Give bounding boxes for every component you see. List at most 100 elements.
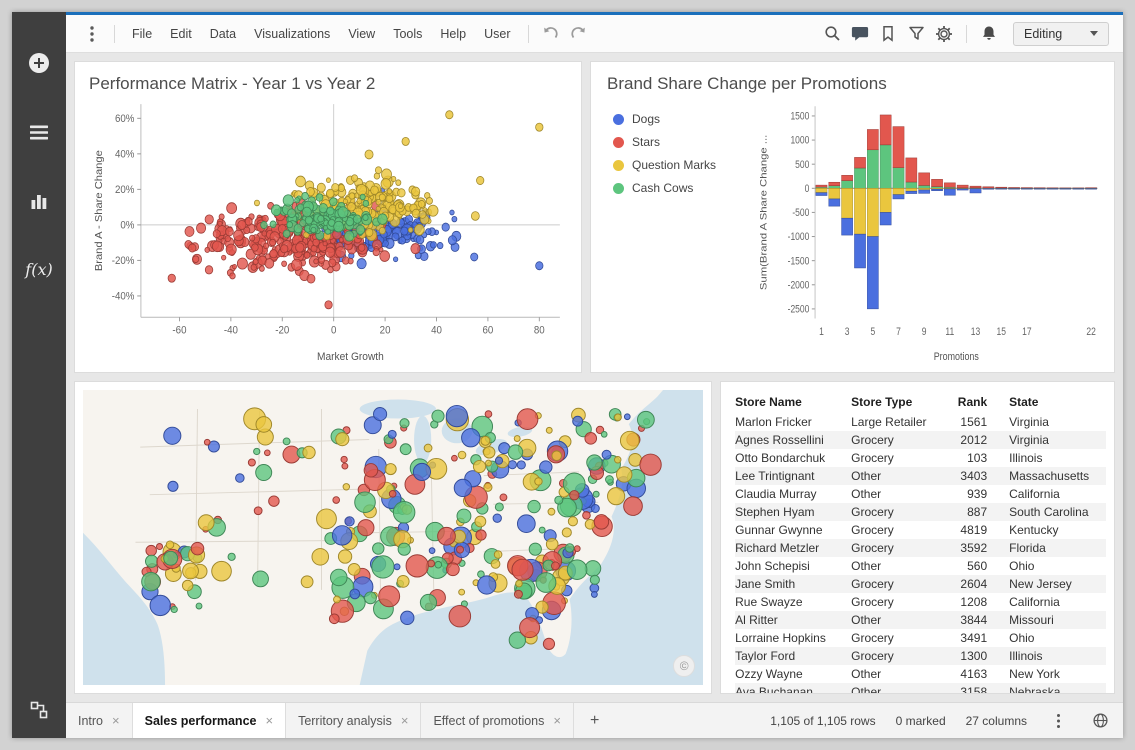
map-panel: ©: [74, 381, 712, 694]
functions-button[interactable]: f(x): [25, 260, 52, 279]
table-cell: Nebraska: [995, 683, 1106, 694]
add-page-button[interactable]: +: [574, 703, 616, 738]
redo-icon: [570, 25, 587, 42]
plus-circle-icon: [28, 52, 50, 74]
menu-view[interactable]: View: [339, 22, 384, 46]
column-header-store-type[interactable]: Store Type: [851, 392, 947, 413]
table-row[interactable]: Agnes RosselliniGrocery2012Virginia: [735, 431, 1106, 449]
table-row[interactable]: Otto BondarchukGrocery103Illinois: [735, 449, 1106, 467]
filters-button[interactable]: [902, 21, 930, 47]
table-row[interactable]: Rue SwayzeGrocery1208California: [735, 593, 1106, 611]
column-header-store-name[interactable]: Store Name: [735, 392, 851, 413]
redo-button[interactable]: [565, 21, 593, 47]
scatter-title: Performance Matrix - Year 1 vs Year 2: [89, 74, 571, 94]
table-cell: Grocery: [851, 647, 947, 665]
bookmark-icon: [880, 25, 896, 42]
table-cell: New Jersey: [995, 575, 1106, 593]
toolbar: FileEditDataVisualizationsViewToolsHelpU…: [66, 15, 1123, 53]
table-cell: 3491: [947, 629, 995, 647]
tab-label: Effect of promotions: [433, 714, 544, 728]
table-row[interactable]: John SchepisiOther560Ohio: [735, 557, 1106, 575]
collaboration-button[interactable]: [29, 700, 49, 720]
table-row[interactable]: Gunnar GwynneGrocery4819Kentucky: [735, 521, 1106, 539]
tab-sales-performance[interactable]: Sales performance ×: [133, 703, 286, 738]
legend-item-cash-cows[interactable]: Cash Cows: [613, 181, 755, 195]
svg-text:60%: 60%: [115, 114, 134, 125]
kebab-menu-button[interactable]: [1047, 708, 1069, 734]
map-chart[interactable]: [83, 390, 703, 685]
table-row[interactable]: Taylor FordGrocery1300Illinois: [735, 647, 1106, 665]
grip-menu-icon[interactable]: [78, 21, 106, 47]
menu-visualizations[interactable]: Visualizations: [245, 22, 339, 46]
table-cell: John Schepisi: [735, 557, 851, 575]
table-row[interactable]: Lee TrintignantOther3403Massachusetts: [735, 467, 1106, 485]
table-row[interactable]: Claudia MurrayOther939California: [735, 485, 1106, 503]
menu-tools[interactable]: Tools: [384, 22, 431, 46]
column-header-rank[interactable]: Rank: [947, 392, 995, 413]
svg-text:20%: 20%: [115, 185, 134, 196]
menu-edit[interactable]: Edit: [161, 22, 201, 46]
comment-icon: [851, 25, 869, 42]
menu-help[interactable]: Help: [431, 22, 475, 46]
svg-text:11: 11: [945, 326, 954, 338]
legend-item-question-marks[interactable]: Question Marks: [613, 158, 755, 172]
tab-close-icon[interactable]: ×: [265, 713, 273, 728]
menu-data[interactable]: Data: [201, 22, 245, 46]
svg-text:-20%: -20%: [112, 256, 135, 267]
globe-button[interactable]: [1089, 708, 1111, 734]
data-panel-button[interactable]: [29, 124, 49, 142]
legend-label: Dogs: [632, 112, 660, 126]
table-cell: South Carolina: [995, 503, 1106, 521]
table-cell: Other: [851, 683, 947, 694]
table-row[interactable]: Ozzy WayneOther4163New York: [735, 665, 1106, 683]
table-row[interactable]: Al RitterOther3844Missouri: [735, 611, 1106, 629]
svg-text:9: 9: [922, 326, 927, 338]
column-count: 27 columns: [966, 714, 1027, 728]
tab-intro[interactable]: Intro×: [66, 703, 133, 738]
add-button[interactable]: [28, 52, 50, 74]
scatter-chart[interactable]: -60-40-2002040608060%40%20%0%-20%-40%Mar…: [89, 96, 571, 368]
undo-button[interactable]: [537, 21, 565, 47]
svg-text:17: 17: [1022, 326, 1031, 338]
table-row[interactable]: Ava BuchananOther3158Nebraska: [735, 683, 1106, 694]
comments-button[interactable]: [846, 21, 874, 47]
visualization-types-button[interactable]: [29, 192, 49, 210]
table-cell: 3844: [947, 611, 995, 629]
search-button[interactable]: [818, 21, 846, 47]
scatter-panel: Performance Matrix - Year 1 vs Year 2 -6…: [74, 61, 582, 373]
menubar: FileEditDataVisualizationsViewToolsHelpU…: [123, 22, 520, 46]
legend-swatch: [613, 137, 624, 148]
table-cell: Other: [851, 557, 947, 575]
map-attribution[interactable]: ©: [673, 655, 695, 677]
table-cell: Virginia: [995, 431, 1106, 449]
legend-item-dogs[interactable]: Dogs: [613, 112, 755, 126]
menu-file[interactable]: File: [123, 22, 161, 46]
tab-close-icon[interactable]: ×: [553, 713, 561, 728]
table-cell: Missouri: [995, 611, 1106, 629]
bar-chart[interactable]: 150010005000-500-1000-1500-2000-25001357…: [755, 96, 1104, 368]
legend-item-stars[interactable]: Stars: [613, 135, 755, 149]
menu-user[interactable]: User: [475, 22, 519, 46]
table-cell: California: [995, 485, 1106, 503]
tab-close-icon[interactable]: ×: [401, 713, 409, 728]
data-list-icon: [29, 124, 49, 142]
tab-close-icon[interactable]: ×: [112, 713, 120, 728]
table-row[interactable]: Stephen HyamGrocery887South Carolina: [735, 503, 1106, 521]
column-header-state[interactable]: State: [995, 392, 1106, 413]
settings-button[interactable]: [930, 21, 958, 47]
table-cell: 1208: [947, 593, 995, 611]
tab-label: Sales performance: [145, 714, 257, 728]
bookmarks-button[interactable]: [874, 21, 902, 47]
table-row[interactable]: Jane SmithGrocery2604New Jersey: [735, 575, 1106, 593]
notifications-button[interactable]: [975, 21, 1003, 47]
tab-territory-analysis[interactable]: Territory analysis×: [286, 703, 421, 738]
table-row[interactable]: Lorraine HopkinsGrocery3491Ohio: [735, 629, 1106, 647]
svg-text:5: 5: [870, 326, 875, 338]
table-cell: Otto Bondarchuk: [735, 449, 851, 467]
table-row[interactable]: Marlon FrickerLarge Retailer1561Virginia: [735, 413, 1106, 431]
table-row[interactable]: Richard MetzlerGrocery3592Florida: [735, 539, 1106, 557]
table-panel: Store NameStore TypeRankState Marlon Fri…: [720, 381, 1115, 694]
mode-dropdown[interactable]: Editing: [1013, 22, 1109, 46]
svg-text:0: 0: [331, 325, 337, 336]
tab-effect-of-promotions[interactable]: Effect of promotions ×: [421, 703, 574, 738]
